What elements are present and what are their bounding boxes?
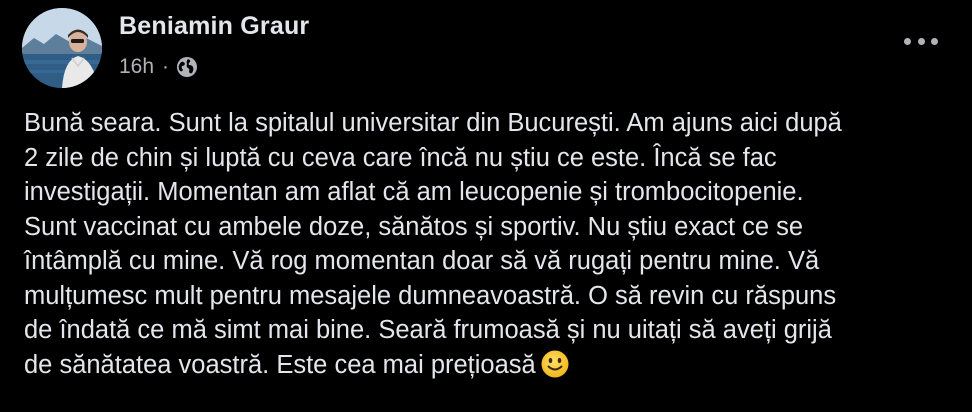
- facebook-post: Beniamin Graur 16h · Bună seara. Sunt la…: [0, 0, 972, 412]
- avatar-photo: [22, 8, 102, 88]
- post-timestamp[interactable]: 16h: [119, 55, 154, 79]
- post-header: Beniamin Graur 16h ·: [22, 8, 309, 88]
- avatar[interactable]: [22, 8, 102, 88]
- post-text: Bună seara. Sunt la spitalul universitar…: [24, 109, 842, 379]
- post-subline: 16h ·: [119, 55, 309, 79]
- separator-dot: ·: [162, 55, 170, 78]
- slightly-smiling-face-emoji: [540, 349, 570, 379]
- more-options-icon[interactable]: [904, 34, 938, 48]
- more-dot: [904, 37, 911, 45]
- post-meta: Beniamin Graur 16h ·: [119, 8, 309, 79]
- post-body: Bună seara. Sunt la spitalul universitar…: [24, 106, 954, 382]
- more-dot: [931, 37, 938, 45]
- author-name[interactable]: Beniamin Graur: [119, 11, 309, 41]
- more-dot: [917, 37, 925, 45]
- globe-icon[interactable]: [176, 56, 198, 78]
